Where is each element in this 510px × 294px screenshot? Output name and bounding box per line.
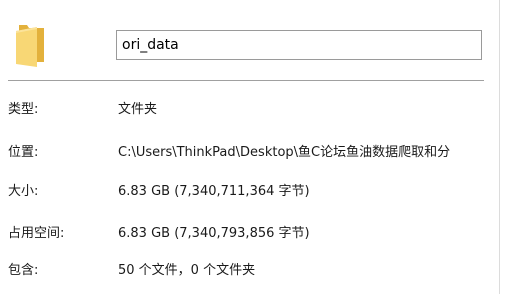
size-label: 大小: [8, 184, 39, 199]
panel-edge [499, 0, 500, 294]
folder-icon [16, 25, 44, 67]
property-row-type: 类型: 文件夹 [0, 99, 498, 121]
property-row-contains: 包含: 50 个文件，0 个文件夹 [0, 260, 498, 282]
property-row-size-on-disk: 占用空间: 6.83 GB (7,340,793,856 字节) [0, 223, 498, 245]
divider [8, 80, 484, 81]
contains-label: 包含: [8, 263, 39, 278]
type-value: 文件夹 [118, 102, 158, 117]
property-row-size: 大小: 6.83 GB (7,340,711,364 字节) [0, 181, 498, 203]
size-value: 6.83 GB (7,340,711,364 字节) [118, 184, 310, 199]
folder-name-field[interactable] [116, 30, 482, 60]
location-value[interactable]: C:\Users\ThinkPad\Desktop\鱼C论坛鱼油数据爬取和分 [118, 142, 490, 164]
location-label: 位置: [8, 145, 39, 160]
property-row-location: 位置: C:\Users\ThinkPad\Desktop\鱼C论坛鱼油数据爬取… [0, 142, 498, 164]
contains-value: 50 个文件，0 个文件夹 [118, 263, 256, 278]
size-on-disk-label: 占用空间: [8, 226, 65, 241]
type-label: 类型: [8, 102, 39, 117]
size-on-disk-value: 6.83 GB (7,340,793,856 字节) [118, 226, 310, 241]
